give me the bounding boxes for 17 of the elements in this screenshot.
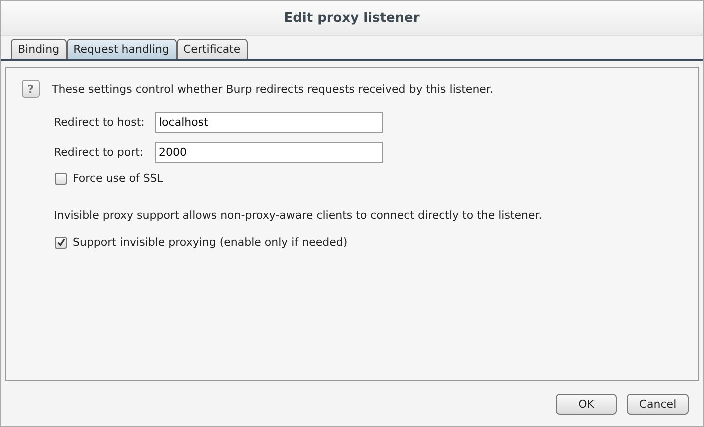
checkbox[interactable] (55, 172, 67, 184)
checkbox[interactable] (55, 236, 67, 248)
description-text: Invisible proxy support allows non-proxy-aware clients to connect directly to the listener. (53, 209, 544, 222)
tab[interactable]: Request handling (66, 39, 176, 59)
field-label: Redirect to host: (54, 116, 146, 129)
field-label: Redirect to port: (54, 146, 145, 159)
input-field[interactable]: localhost (155, 112, 383, 133)
tab[interactable]: Certificate (176, 39, 248, 59)
checkbox-label: Force use of SSL (73, 172, 164, 185)
help-icon[interactable]: ? (22, 80, 40, 98)
tab[interactable]: Binding (11, 39, 67, 59)
dialog-button[interactable]: OK (556, 394, 617, 415)
input-field[interactable]: 2000 (155, 142, 383, 163)
checkbox-label: Support invisible proxying (enable only if needed) (73, 236, 348, 249)
dialog-button[interactable]: Cancel (627, 394, 689, 415)
window-title: Edit proxy listener (284, 10, 420, 26)
help-text: These settings control whether Burp redirects requests received by this listener. (52, 82, 494, 96)
